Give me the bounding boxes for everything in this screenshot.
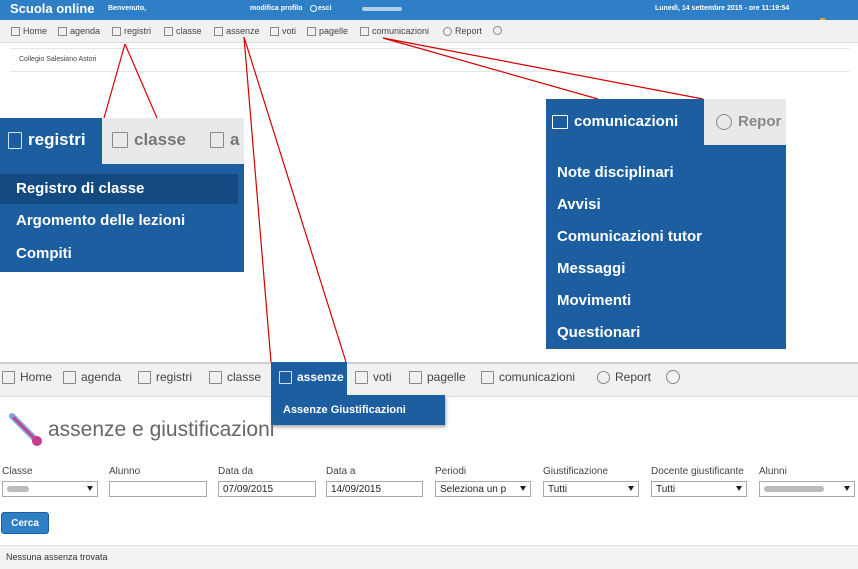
result-bar: Nessuna assenza trovata: [0, 545, 858, 569]
users-icon: [112, 132, 128, 148]
main-nav-pagelle[interactable]: pagelle: [409, 370, 466, 384]
home-icon: [2, 370, 15, 384]
chevron-down-icon: [628, 486, 634, 491]
zoom-tab-classe[interactable]: classe: [112, 130, 186, 150]
zoom-tab-registri[interactable]: registri: [8, 130, 86, 150]
zoom-tab-comunicazioni[interactable]: comunicazioni: [552, 113, 678, 130]
alunno-input[interactable]: [109, 481, 207, 497]
callout-line: [124, 43, 158, 119]
main-nav-agenda[interactable]: agenda: [63, 370, 121, 384]
book-icon: [138, 370, 151, 384]
chevron-down-icon: [736, 486, 742, 491]
main-nav-comunicazioni[interactable]: comunicazioni: [481, 370, 575, 384]
alunni-select[interactable]: [759, 481, 855, 497]
user-icon: [210, 132, 224, 148]
envelope-icon: [552, 114, 568, 129]
book-icon: [8, 131, 22, 149]
blurred-value: [764, 486, 824, 493]
label-alunno: Alunno: [109, 466, 141, 477]
data-da-input[interactable]: 07/09/2015: [218, 481, 316, 497]
zoom-tab-report[interactable]: Repor: [716, 113, 781, 130]
envelope-icon: [481, 370, 494, 384]
callout-line: [243, 36, 347, 363]
menu-item-note-disciplinari[interactable]: Note disciplinari: [557, 164, 674, 181]
menu-item-messaggi[interactable]: Messaggi: [557, 260, 625, 277]
edit-icon: [355, 370, 368, 384]
label-classe: Classe: [2, 466, 33, 477]
callout-line: [382, 37, 599, 100]
giustificazione-select[interactable]: Tutti: [543, 481, 639, 497]
zoom-tab-assenze[interactable]: a: [210, 130, 239, 150]
main-help-button[interactable]: [666, 370, 680, 384]
no-results-text: Nessuna assenza trovata: [6, 552, 108, 562]
main-nav-home[interactable]: Home: [2, 370, 52, 384]
menu-item-assenze-giustificazioni[interactable]: Assenze Giustificazioni: [283, 404, 406, 416]
menu-item-argomento-lezioni[interactable]: Argomento delle lezioni: [16, 212, 185, 229]
callout-line: [103, 43, 126, 119]
label-alunni: Alunni: [759, 466, 787, 477]
search-button[interactable]: Cerca: [1, 512, 49, 534]
chevron-down-icon: [844, 486, 850, 491]
menu-item-movimenti[interactable]: Movimenti: [557, 292, 631, 309]
label-data-a: Data a: [326, 466, 356, 477]
callout-line: [382, 37, 704, 100]
chevron-down-icon: [87, 486, 93, 491]
data-a-input[interactable]: 14/09/2015: [326, 481, 423, 497]
main-nav-report[interactable]: Report: [597, 370, 651, 384]
main-nav-voti[interactable]: voti: [355, 370, 392, 384]
menu-item-registro-classe[interactable]: Registro di classe: [16, 180, 144, 197]
label-docente: Docente giustificante: [651, 466, 744, 477]
chevron-down-icon: [520, 486, 526, 491]
calendar-icon: [63, 370, 76, 384]
label-giustificazione: Giustificazione: [543, 466, 609, 477]
label-periodi: Periodi: [435, 466, 467, 477]
gear-icon: [597, 370, 610, 384]
help-icon: [666, 370, 680, 384]
user-icon: [279, 370, 292, 384]
classe-select[interactable]: [2, 481, 98, 497]
menu-item-compiti[interactable]: Compiti: [16, 245, 72, 262]
report-card-icon: [409, 370, 422, 384]
main-nav-registri[interactable]: registri: [138, 370, 192, 384]
blurred-value: [7, 486, 29, 493]
periodi-select[interactable]: Seleziona un p: [435, 481, 531, 497]
docente-select[interactable]: Tutti: [651, 481, 747, 497]
page-title: assenze e giustificazioni: [48, 418, 275, 441]
gear-icon: [716, 113, 732, 130]
thermometer-icon: [9, 413, 42, 446]
menu-item-questionari[interactable]: Questionari: [557, 324, 640, 341]
callout-line: [243, 36, 272, 363]
menu-item-avvisi[interactable]: Avvisi: [557, 196, 601, 213]
menu-item-comunicazioni-tutor[interactable]: Comunicazioni tutor: [557, 228, 702, 245]
users-icon: [209, 370, 222, 384]
main-nav-classe[interactable]: classe: [209, 370, 261, 384]
main-nav-assenze[interactable]: assenze: [279, 370, 344, 384]
label-data-da: Data da: [218, 466, 254, 477]
